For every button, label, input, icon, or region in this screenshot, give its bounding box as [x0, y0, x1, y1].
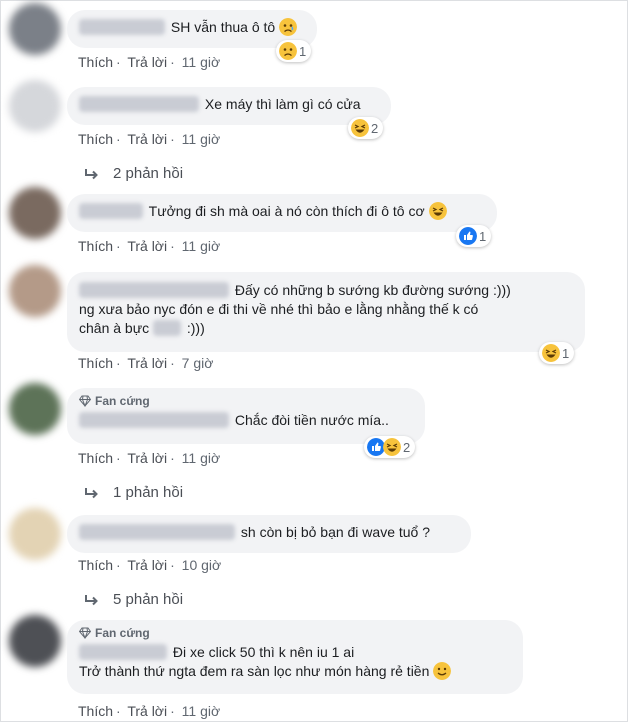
like-link[interactable]: Thích — [78, 450, 113, 466]
replies-count[interactable]: 2 phản hồi — [113, 165, 183, 182]
diamond-icon — [79, 627, 91, 639]
sad-emoji-icon — [279, 18, 298, 36]
comment-bubble: Xe máy thì làm gì có cửa — [67, 87, 391, 125]
comment-text: Trở thành thứ ngta đem ra sàn lọc như mó… — [79, 663, 430, 679]
reply-link[interactable]: Trả lời — [127, 450, 167, 466]
author-name[interactable] — [79, 203, 143, 219]
blurred-text — [152, 320, 181, 336]
like-icon — [459, 227, 477, 245]
like-link[interactable]: Thích — [78, 703, 113, 719]
reply-arrow-icon — [85, 594, 98, 605]
comment-actions: Thích · Trả lời · 11 giờ — [78, 238, 221, 254]
smile-emoji-icon — [433, 662, 452, 680]
author-name[interactable] — [79, 644, 167, 660]
comment-actions: Thích · Trả lời · 11 giờ — [78, 450, 221, 466]
reaction-summary[interactable]: 1 — [276, 40, 312, 62]
reaction-summary[interactable]: 2 — [364, 436, 416, 458]
reply-link[interactable]: Trả lời — [127, 131, 167, 147]
comment-actions: Thích · Trả lời · 11 giờ — [78, 54, 221, 70]
view-replies-link[interactable]: 2 phản hồi — [85, 165, 183, 182]
timestamp[interactable]: 10 giờ — [182, 557, 222, 573]
diamond-icon — [79, 395, 91, 407]
haha-emoji-icon — [351, 119, 369, 137]
view-replies-link[interactable]: 1 phản hồi — [85, 484, 183, 501]
comment-text: Chắc đòi tiền nước mía.. — [234, 412, 389, 428]
avatar[interactable] — [9, 265, 61, 317]
comment-text: chân à bực — [79, 320, 150, 336]
timestamp[interactable]: 7 giờ — [182, 355, 214, 371]
haha-emoji-icon — [383, 438, 401, 456]
reaction-summary[interactable]: 1 — [539, 342, 575, 364]
comment-actions: Thích · Trả lời · 11 giờ — [78, 703, 221, 719]
comments-panel: SH vẫn thua ô tô 1 Thích · Trả lời · 11 gi… — [0, 0, 628, 722]
reply-link[interactable]: Trả lời — [127, 54, 167, 70]
timestamp[interactable]: 11 giờ — [182, 703, 221, 719]
comment-text: SH vẫn thua ô tô — [170, 19, 276, 35]
reply-link[interactable]: Trả lời — [127, 703, 167, 719]
avatar[interactable] — [9, 508, 61, 560]
reply-link[interactable]: Trả lời — [127, 355, 167, 371]
like-link[interactable]: Thích — [78, 355, 113, 371]
reaction-count: 1 — [299, 43, 307, 59]
avatar[interactable] — [9, 383, 61, 435]
timestamp[interactable]: 11 giờ — [182, 54, 221, 70]
comment-bubble: Đấy có những b sướng kb đường sướng :)))… — [67, 272, 585, 352]
avatar[interactable] — [9, 615, 61, 667]
reply-link[interactable]: Trả lời — [127, 557, 167, 573]
comment-text: Xe máy thì làm gì có cửa — [204, 96, 361, 112]
author-name[interactable] — [79, 412, 229, 428]
comment-text: Đấy có những b sướng kb đường sướng :))) — [234, 282, 511, 298]
avatar[interactable] — [9, 187, 61, 239]
comment-bubble: Fan cứng Đi xe click 50 thì k nên iu 1 a… — [67, 620, 523, 694]
like-link[interactable]: Thích — [78, 131, 113, 147]
comment-bubble: sh còn bị bỏ bạn đi wave tuổ ? — [67, 515, 471, 553]
like-link[interactable]: Thích — [78, 557, 113, 573]
haha-emoji-icon — [542, 344, 560, 362]
comment-text: ng xưa bảo nyc đón e đi thi về nhé thì b… — [79, 301, 479, 317]
author-name[interactable] — [79, 19, 165, 35]
comment-actions: Thích · Trả lời · 7 giờ — [78, 355, 214, 371]
reply-link[interactable]: Trả lời — [127, 238, 167, 254]
like-link[interactable]: Thích — [78, 54, 113, 70]
reaction-summary[interactable]: 2 — [348, 117, 384, 139]
comment-text: Đi xe click 50 thì k nên iu 1 ai — [172, 644, 355, 660]
reaction-count: 1 — [562, 345, 570, 361]
replies-count[interactable]: 5 phản hồi — [113, 591, 183, 608]
comment-text: Tưởng đi sh mà oai à nó còn thích đi ô t… — [148, 203, 425, 219]
like-link[interactable]: Thích — [78, 238, 113, 254]
author-name[interactable] — [79, 282, 229, 298]
fan-badge: Fan cứng — [79, 393, 413, 409]
comment-text: :))) — [186, 320, 205, 336]
replies-count[interactable]: 1 phản hồi — [113, 484, 183, 501]
comment-actions: Thích · Trả lời · 11 giờ — [78, 131, 221, 147]
author-name[interactable] — [79, 96, 199, 112]
timestamp[interactable]: 11 giờ — [182, 131, 221, 147]
sad-emoji-icon — [279, 42, 297, 60]
reaction-count: 1 — [479, 228, 487, 244]
haha-emoji-icon — [428, 202, 447, 220]
view-replies-link[interactable]: 5 phản hồi — [85, 591, 183, 608]
reply-arrow-icon — [85, 168, 98, 179]
timestamp[interactable]: 11 giờ — [182, 450, 221, 466]
avatar[interactable] — [9, 3, 61, 55]
reaction-count: 2 — [371, 120, 379, 136]
reaction-count: 2 — [403, 439, 411, 455]
reply-arrow-icon — [85, 487, 98, 498]
author-name[interactable] — [79, 524, 235, 540]
fan-badge: Fan cứng — [79, 625, 511, 641]
reaction-summary[interactable]: 1 — [456, 225, 492, 247]
comment-actions: Thích · Trả lời · 10 giờ — [78, 557, 222, 573]
comment-text: sh còn bị bỏ bạn đi wave tuổ ? — [240, 524, 431, 540]
timestamp[interactable]: 11 giờ — [182, 238, 221, 254]
avatar[interactable] — [9, 80, 61, 132]
comment-bubble: Tưởng đi sh mà oai à nó còn thích đi ô t… — [67, 194, 497, 232]
